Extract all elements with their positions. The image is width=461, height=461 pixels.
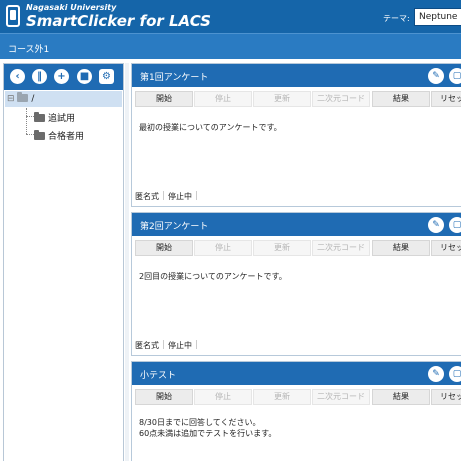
separator	[163, 191, 164, 200]
status-text: 停止中	[168, 192, 192, 201]
smartclicker-logo-icon	[6, 5, 20, 27]
tree-item-label: 追試用	[48, 114, 76, 124]
panel-title: 第2回アンケート	[140, 222, 209, 232]
panel-title: 第1回アンケート	[140, 73, 209, 83]
description-line: 60点未満は追加でテストを行います。	[139, 429, 277, 438]
gear-icon[interactable]: ⚙	[99, 69, 114, 84]
separator	[196, 191, 197, 200]
pause-icon[interactable]: ‖	[32, 69, 47, 84]
panel-toolbar: 開始 停止 更新 二次元コード 結果 リセット	[132, 87, 461, 111]
tree-item-tsuishi[interactable]: 追試用	[34, 111, 75, 124]
folder-icon	[34, 130, 45, 140]
panel-footer: 匿名式 停止中	[135, 191, 201, 202]
panel-title: 小テスト	[140, 371, 177, 381]
course-bar: コース外1	[0, 33, 461, 59]
description-line: 8/30日までに回答してください。	[139, 418, 261, 427]
panel-description: 最初の授業についてのアンケートです。	[139, 122, 282, 133]
tree-connector	[26, 116, 34, 117]
delete-icon[interactable]: ▢	[449, 366, 461, 382]
course-name: コース外1	[8, 45, 50, 55]
status-text: 停止中	[168, 341, 192, 350]
brand-subtitle: Nagasaki University	[26, 3, 117, 12]
panel-header: 第1回アンケート ✎ ▢	[132, 64, 461, 87]
brand-title: SmartClicker for LACS	[26, 12, 211, 30]
tree-root-label: /	[31, 94, 35, 104]
delete-icon[interactable]: ■	[77, 69, 92, 84]
folder-sidebar: ‹ ‖ + ■ ⚙ ⊟ / 追試用 合格者用	[3, 63, 124, 461]
sidebar-toolbar: ‹ ‖ + ■ ⚙	[4, 64, 123, 90]
separator	[163, 340, 164, 349]
start-button[interactable]: 開始	[135, 240, 193, 256]
description-line: 最初の授業についてのアンケートです。	[139, 123, 282, 132]
update-button[interactable]: 更新	[253, 389, 311, 405]
start-button[interactable]: 開始	[135, 91, 193, 107]
tree-item-goukakusha[interactable]: 合格者用	[34, 129, 84, 142]
edit-icon[interactable]: ✎	[428, 68, 444, 84]
anonymous-label: 匿名式	[135, 341, 159, 350]
edit-icon[interactable]: ✎	[428, 366, 444, 382]
stop-button[interactable]: 停止	[194, 389, 252, 405]
folder-icon	[34, 112, 45, 122]
results-button[interactable]: 結果	[372, 240, 430, 256]
question-panel-2: 第2回アンケート ✎ ▢ 開始 停止 更新 二次元コード 結果 リセット 2回目…	[131, 212, 461, 356]
tree-root-item[interactable]: ⊟ /	[7, 92, 35, 104]
description-line: 2回目の授業についてのアンケートです。	[139, 272, 287, 281]
tree-item-label: 合格者用	[48, 132, 85, 142]
question-panel-1: 第1回アンケート ✎ ▢ 開始 停止 更新 二次元コード 結果 リセット 最初の…	[131, 63, 461, 207]
theme-select[interactable]: Neptune	[414, 8, 461, 26]
add-icon[interactable]: +	[54, 69, 69, 84]
question-panel-3: 小テスト ✎ ▢ 開始 停止 更新 二次元コード 結果 リセット 8/30日まで…	[131, 361, 461, 461]
separator	[196, 340, 197, 349]
delete-icon[interactable]: ▢	[449, 217, 461, 233]
update-button[interactable]: 更新	[253, 240, 311, 256]
tree-connector	[26, 134, 34, 135]
panel-description: 2回目の授業についてのアンケートです。	[139, 271, 287, 282]
panel-toolbar: 開始 停止 更新 二次元コード 結果 リセット	[132, 385, 461, 409]
reset-button[interactable]: リセット	[431, 240, 461, 256]
qr-code-button[interactable]: 二次元コード	[312, 389, 370, 405]
stop-button[interactable]: 停止	[194, 240, 252, 256]
reset-button[interactable]: リセット	[431, 91, 461, 107]
stop-button[interactable]: 停止	[194, 91, 252, 107]
anonymous-label: 匿名式	[135, 192, 159, 201]
tree-connector	[26, 108, 27, 134]
pane-splitter[interactable]	[125, 63, 129, 461]
results-button[interactable]: 結果	[372, 389, 430, 405]
folder-icon	[17, 92, 29, 102]
update-button[interactable]: 更新	[253, 91, 311, 107]
app-header: Nagasaki University SmartClicker for LAC…	[0, 0, 461, 33]
results-button[interactable]: 結果	[372, 91, 430, 107]
panel-footer: 匿名式 停止中	[135, 340, 201, 351]
collapse-icon[interactable]: ⊟	[7, 94, 15, 104]
delete-icon[interactable]: ▢	[449, 68, 461, 84]
start-button[interactable]: 開始	[135, 389, 193, 405]
qr-code-button[interactable]: 二次元コード	[312, 91, 370, 107]
panel-header: 小テスト ✎ ▢	[132, 362, 461, 385]
theme-label: テーマ:	[383, 14, 410, 23]
back-icon[interactable]: ‹	[10, 69, 25, 84]
edit-icon[interactable]: ✎	[428, 217, 444, 233]
panel-description: 8/30日までに回答してください。 60点未満は追加でテストを行います。	[139, 417, 276, 439]
qr-code-button[interactable]: 二次元コード	[312, 240, 370, 256]
panel-header: 第2回アンケート ✎ ▢	[132, 213, 461, 236]
panel-toolbar: 開始 停止 更新 二次元コード 結果 リセット	[132, 236, 461, 260]
reset-button[interactable]: リセット	[431, 389, 461, 405]
